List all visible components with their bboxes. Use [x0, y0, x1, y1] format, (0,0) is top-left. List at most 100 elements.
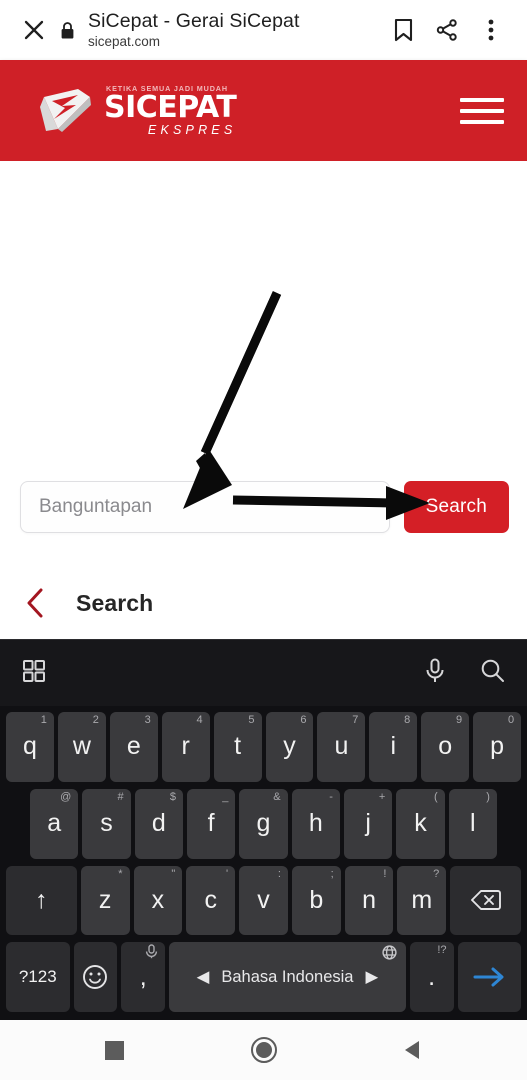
- key-x[interactable]: " x: [133, 865, 183, 936]
- globe-language-icon: [382, 945, 397, 965]
- hamburger-menu-icon[interactable]: [459, 91, 505, 131]
- key-d[interactable]: $ d: [134, 788, 183, 859]
- key-label: l: [470, 809, 476, 838]
- key-u[interactable]: 7u: [317, 712, 366, 782]
- bookmark-icon[interactable]: [381, 8, 425, 52]
- key-label: b: [309, 885, 324, 914]
- key-label: k: [414, 809, 427, 838]
- key-p[interactable]: 0p: [473, 712, 522, 782]
- shift-arrow-icon: ↑: [35, 885, 48, 914]
- key-hint: $: [169, 790, 176, 803]
- space-language-label: Bahasa Indonesia: [221, 967, 354, 986]
- chevron-left-icon[interactable]: [18, 586, 52, 620]
- key-hint: 3: [144, 714, 151, 726]
- symbols-key[interactable]: ?123: [6, 942, 70, 1012]
- key-hint: 8: [404, 714, 411, 726]
- key-label: y: [283, 732, 296, 761]
- space-next-arrow[interactable]: ▶: [365, 967, 378, 987]
- key-v[interactable]: :v: [239, 865, 288, 936]
- key-y[interactable]: 6y: [265, 712, 314, 782]
- key-label: o: [438, 732, 453, 761]
- key-m[interactable]: ? m: [397, 865, 447, 936]
- backspace-icon: [470, 890, 501, 911]
- home-circle-icon[interactable]: [237, 1023, 291, 1077]
- browser-title-block[interactable]: SiCepat - Gerai SiCepat sicepat.com: [80, 10, 381, 50]
- search-input[interactable]: Banguntapan: [20, 481, 390, 533]
- key-t[interactable]: 5t: [213, 712, 262, 782]
- backspace-key[interactable]: [450, 865, 521, 936]
- on-screen-keyboard: 1q 2w 3e 4r 5t 6y 7u 8i 9o 0p @ a # s $ d _…: [0, 639, 527, 1020]
- search-heading-label: Search: [76, 589, 154, 616]
- key-n[interactable]: ! n: [344, 865, 394, 936]
- grid-apps-icon[interactable]: [22, 659, 46, 688]
- key-label: n: [362, 885, 376, 914]
- key-h[interactable]: -h: [291, 788, 340, 859]
- system-navigation-bar: [0, 1020, 527, 1080]
- more-vertical-icon[interactable]: [469, 8, 513, 52]
- space-prev-arrow[interactable]: ◀: [197, 967, 210, 987]
- space-key[interactable]: ◀ Bahasa Indonesia ▶: [169, 942, 406, 1012]
- key-hint: 5: [248, 714, 255, 726]
- shift-key[interactable]: ↑: [6, 865, 77, 936]
- site-logo[interactable]: KETIKA SEMUA JADI MUDAH SICEPAT EKSPRES: [38, 84, 237, 137]
- browser-top-bar: SiCepat - Gerai SiCepat sicepat.com: [0, 0, 527, 60]
- key-label: w: [72, 732, 91, 761]
- key-hint: 4: [196, 714, 203, 726]
- search-button[interactable]: Search: [403, 481, 509, 533]
- key-hint: @: [60, 790, 72, 803]
- enter-arrow-icon: [473, 967, 504, 987]
- key-label: f: [207, 809, 215, 838]
- key-z[interactable]: * z: [80, 865, 130, 936]
- key-hint: ?: [433, 867, 440, 880]
- key-r[interactable]: 4r: [161, 712, 210, 782]
- key-o[interactable]: 9o: [421, 712, 470, 782]
- key-label: h: [308, 809, 323, 838]
- key-j[interactable]: + j: [343, 788, 393, 859]
- key-s[interactable]: # s: [82, 788, 131, 859]
- keyboard-toolbar: [0, 640, 527, 706]
- key-label: p: [490, 732, 505, 761]
- key-a[interactable]: @ a: [30, 788, 79, 859]
- key-q[interactable]: 1q: [6, 712, 54, 782]
- search-input-placeholder: Banguntapan: [39, 496, 153, 517]
- key-hint: +: [378, 790, 386, 803]
- symbols-key-label: ?123: [18, 967, 57, 987]
- annotation-arrows: [183, 291, 430, 520]
- browser-actions: [381, 8, 513, 52]
- recents-square-icon[interactable]: [88, 1023, 142, 1077]
- key-hint: ;: [330, 867, 334, 880]
- key-hint: 7: [352, 714, 359, 726]
- emoji-key[interactable]: [73, 942, 118, 1012]
- key-w[interactable]: 2w: [57, 712, 106, 782]
- key-label: t: [234, 732, 242, 761]
- key-k[interactable]: (k: [396, 788, 445, 859]
- back-triangle-icon[interactable]: [386, 1023, 440, 1077]
- key-hint: ': [225, 867, 229, 880]
- keyboard-row-1: 1q 2w 3e 4r 5t 6y 7u 8i 9o 0p: [3, 712, 524, 782]
- key-label: z: [98, 885, 112, 914]
- key-g[interactable]: & g: [239, 788, 288, 859]
- enter-key[interactable]: [457, 942, 522, 1012]
- key-l[interactable]: ) l: [448, 788, 497, 859]
- period-key[interactable]: !? .: [409, 942, 454, 1012]
- key-i[interactable]: 8i: [369, 712, 418, 782]
- microphone-icon[interactable]: [424, 658, 446, 689]
- key-c[interactable]: ' c: [186, 865, 236, 936]
- key-e[interactable]: 3e: [109, 712, 158, 782]
- key-label: i: [390, 732, 397, 761]
- close-icon[interactable]: [14, 10, 54, 50]
- key-label: x: [151, 885, 165, 914]
- keyboard-row-2: @ a # s $ d _ f & g -h + j (k ) l: [3, 788, 524, 859]
- lock-icon: [54, 21, 80, 40]
- key-hint: 0: [507, 714, 515, 726]
- share-icon[interactable]: [425, 8, 469, 52]
- key-hint: !: [383, 867, 387, 880]
- comma-key[interactable]: ,: [121, 942, 166, 1012]
- key-b[interactable]: ; b: [291, 865, 341, 936]
- logo-brand: SICEPAT: [104, 90, 237, 125]
- key-hint: -: [329, 790, 333, 803]
- search-icon[interactable]: [480, 658, 505, 688]
- key-label: d: [151, 809, 166, 838]
- key-f[interactable]: _ f: [186, 788, 236, 859]
- key-hint: _: [222, 790, 229, 803]
